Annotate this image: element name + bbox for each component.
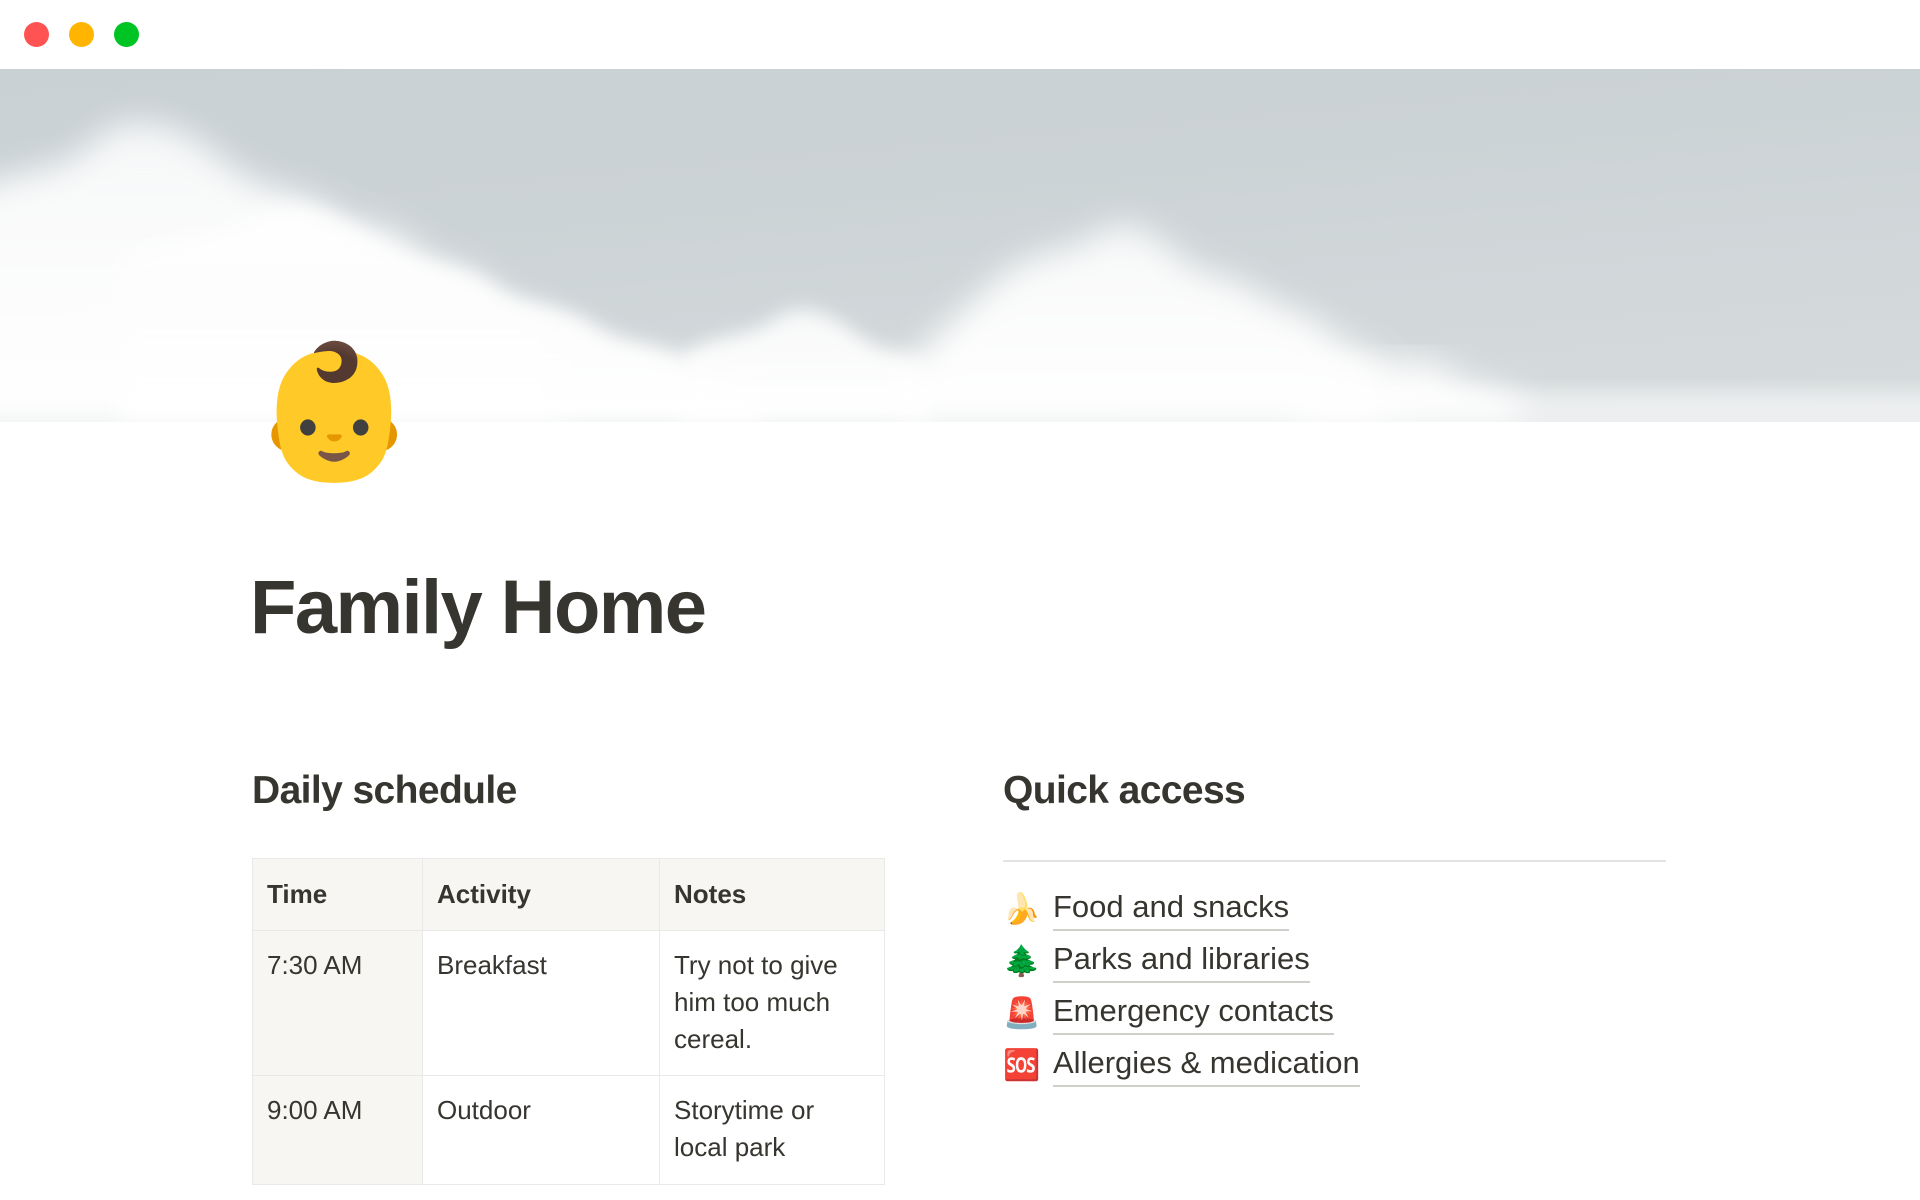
daily-schedule-heading: Daily schedule: [252, 769, 517, 812]
quick-access-list: 🍌 Food and snacks 🌲 Parks and libraries …: [1003, 884, 1668, 1092]
close-button[interactable]: [24, 22, 49, 47]
column-header-activity[interactable]: Activity: [422, 857, 660, 931]
cell-time[interactable]: 7:30 AM: [252, 929, 423, 1077]
column-header-time[interactable]: Time: [252, 857, 423, 931]
minimize-button[interactable]: [69, 22, 94, 47]
quick-access-label: Emergency contacts: [1053, 992, 1334, 1036]
daily-schedule-column: Daily schedule Time Activity Notes 7:30 …: [252, 769, 892, 1186]
sos-icon: 🆘: [1003, 1048, 1041, 1082]
window-titlebar: [0, 0, 1920, 69]
quick-access-column: Quick access 🍌 Food and snacks 🌲 Parks a…: [1003, 769, 1668, 1092]
evergreen-tree-icon: 🌲: [1003, 944, 1041, 978]
cell-activity[interactable]: Breakfast: [422, 929, 660, 1077]
police-light-icon: 🚨: [1003, 996, 1041, 1030]
column-header-notes[interactable]: Notes: [659, 857, 885, 931]
maximize-button[interactable]: [114, 22, 139, 47]
quick-access-link-food-and-snacks[interactable]: 🍌 Food and snacks: [1003, 884, 1668, 936]
quick-access-label: Parks and libraries: [1053, 940, 1310, 984]
quick-access-link-parks-and-libraries[interactable]: 🌲 Parks and libraries: [1003, 936, 1668, 988]
banana-icon: 🍌: [1003, 892, 1041, 926]
quick-access-link-allergies-and-medication[interactable]: 🆘 Allergies & medication: [1003, 1040, 1668, 1092]
quick-access-label: Food and snacks: [1053, 888, 1290, 932]
cell-notes[interactable]: Try not to give him too much cereal.: [659, 929, 885, 1077]
table-header-row: Time Activity Notes: [252, 857, 885, 931]
quick-access-link-emergency-contacts[interactable]: 🚨 Emergency contacts: [1003, 988, 1668, 1040]
quick-access-label: Allergies & medication: [1053, 1044, 1360, 1088]
table-row[interactable]: 9:00 AM Outdoor Storytime or local park: [252, 1075, 885, 1186]
traffic-light-controls: [24, 22, 139, 47]
cell-activity[interactable]: Outdoor: [422, 1075, 660, 1186]
page-content: 👶 Family Home Daily schedule Time Activi…: [0, 338, 1920, 1200]
page-title[interactable]: Family Home: [250, 570, 707, 646]
quick-access-heading: Quick access: [1003, 769, 1246, 812]
daily-schedule-table[interactable]: Time Activity Notes 7:30 AM Breakfast Tr…: [252, 857, 885, 1186]
table-row[interactable]: 7:30 AM Breakfast Try not to give him to…: [252, 929, 885, 1077]
cell-time[interactable]: 9:00 AM: [252, 1075, 423, 1186]
cell-notes[interactable]: Storytime or local park: [659, 1075, 885, 1186]
baby-emoji-icon[interactable]: 👶: [252, 332, 420, 492]
quick-access-divider: [1003, 859, 1666, 862]
